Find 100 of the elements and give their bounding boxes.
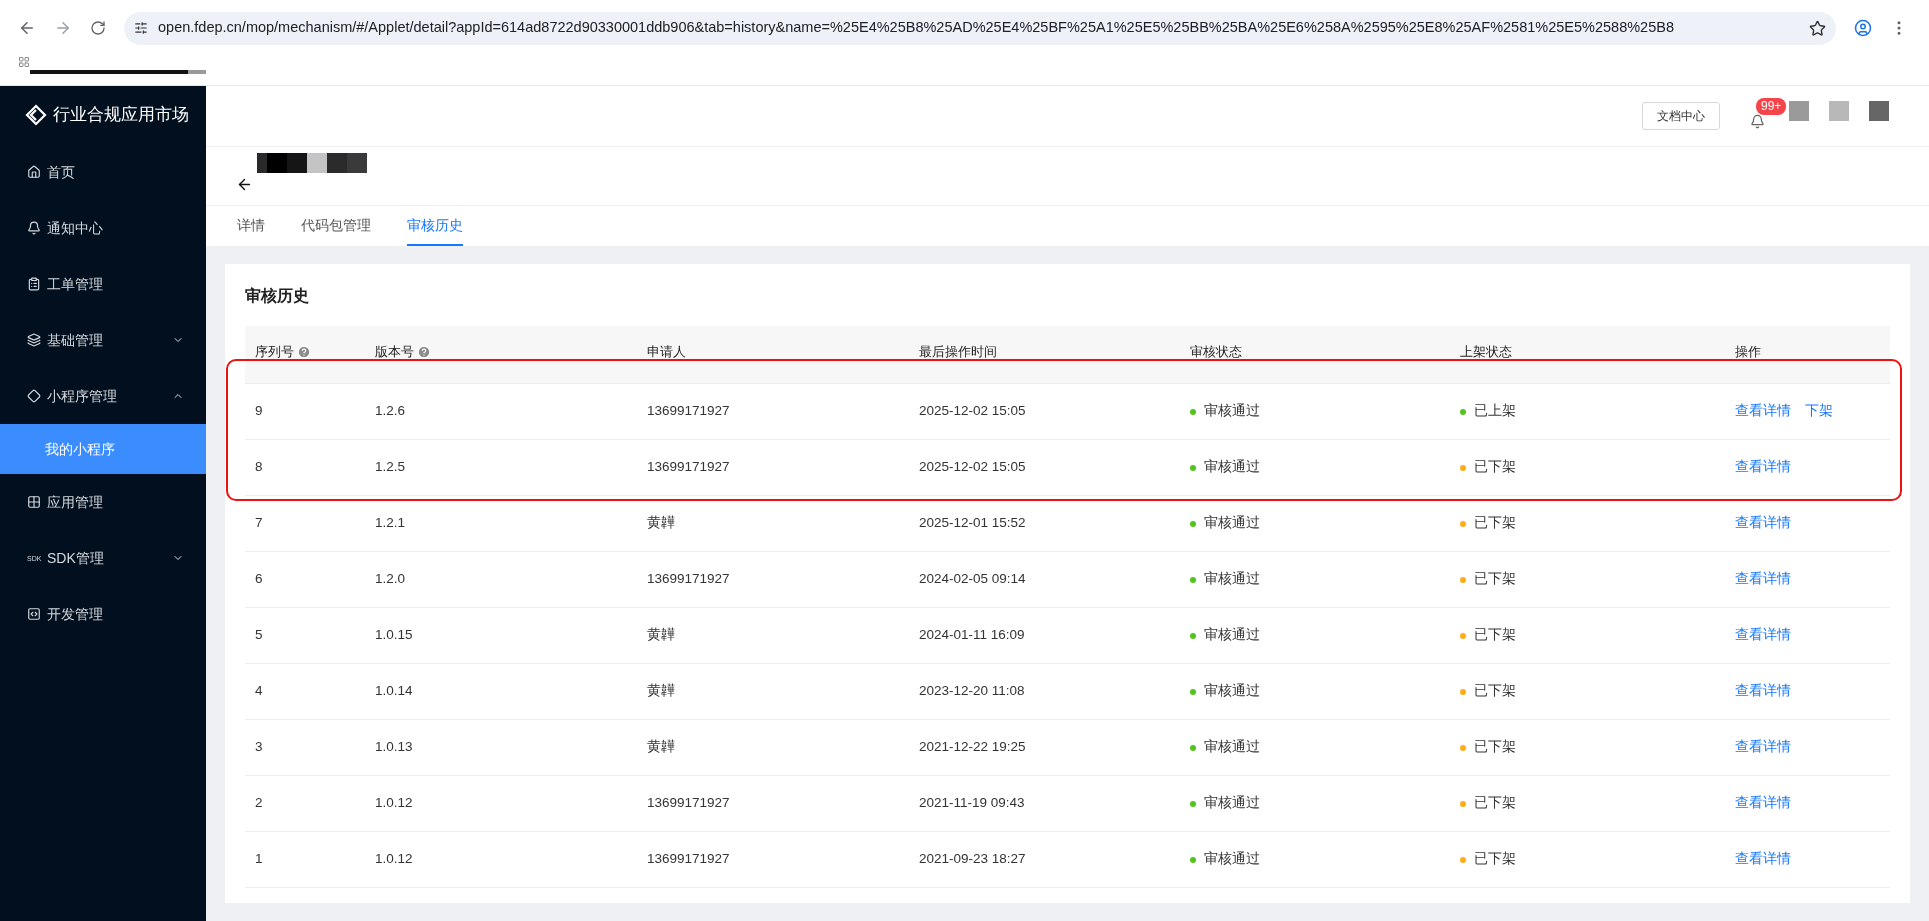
table-cell: 黄韡	[647, 739, 675, 755]
forward-icon[interactable]	[54, 19, 72, 37]
column-header: 序列号	[255, 343, 294, 361]
action-link[interactable]: 查看详情	[1735, 793, 1791, 814]
redacted-avatar	[1829, 101, 1849, 121]
review-status: 审核通过	[1204, 514, 1260, 533]
action-link[interactable]: 查看详情	[1735, 737, 1791, 758]
sidebar-item[interactable]: 首页	[0, 144, 206, 200]
listing-status: 已下架	[1474, 850, 1516, 869]
home-icon	[27, 165, 41, 179]
review-status: 审核通过	[1204, 626, 1260, 645]
clipboard-icon	[27, 277, 41, 291]
table-cell: 7	[255, 515, 263, 531]
sidebar-item[interactable]: 应用管理	[0, 474, 206, 530]
sidebar-item[interactable]: 小程序管理	[0, 368, 206, 424]
tab[interactable]: 详情	[237, 206, 265, 246]
table-cell: 2021-12-22 19:25	[919, 739, 1026, 755]
table-cell: 3	[255, 739, 263, 755]
sidebar-item[interactable]: 工单管理	[0, 256, 206, 312]
sidebar-item[interactable]: 通知中心	[0, 200, 206, 256]
table-cell: 13699171927	[647, 795, 730, 811]
action-link[interactable]: 查看详情	[1735, 513, 1791, 534]
table-cell: 2	[255, 795, 263, 811]
table-cell: 4	[255, 683, 263, 699]
table-cell: 9	[255, 403, 263, 419]
help-icon[interactable]	[297, 344, 311, 359]
address-bar[interactable]: open.fdep.cn/mop/mechanism/#/Applet/detail?appId=614ad8722d90330001ddb906&tab=history&name=%25E4%25B8%25AD%25E4%25BF%25A1%25E5%25BB%25BA%25E6%258A%2595%25E8%25AF%2581%25E5%2588%25B8	[124, 11, 1836, 45]
table-cell: 13699171927	[647, 851, 730, 867]
listing-status: 已下架	[1474, 794, 1516, 813]
section-title: 审核历史	[245, 286, 310, 306]
table-cell: 1.2.1	[375, 515, 406, 531]
logo-icon	[25, 104, 47, 126]
column-header: 版本号	[375, 343, 414, 361]
table-cell: 黄韡	[647, 627, 675, 643]
action-link[interactable]: 查看详情	[1735, 681, 1791, 702]
bell-icon[interactable]	[1750, 113, 1765, 129]
listing-status: 已下架	[1474, 738, 1516, 757]
listing-status: 已下架	[1474, 514, 1516, 533]
table-cell: 13699171927	[647, 459, 730, 475]
action-link[interactable]: 查看详情	[1735, 457, 1791, 478]
reload-icon[interactable]	[90, 20, 106, 36]
tab[interactable]: 审核历史	[407, 206, 463, 246]
table-cell: 黄韡	[647, 515, 675, 531]
table-cell: 1.0.12	[375, 851, 413, 867]
diamond-icon	[27, 389, 41, 403]
column-header: 审核状态	[1190, 343, 1242, 361]
redacted-avatar	[1789, 101, 1809, 121]
review-status: 审核通过	[1204, 738, 1260, 757]
table-cell: 2025-12-01 15:52	[919, 515, 1026, 531]
bell-icon	[27, 221, 41, 235]
review-status: 审核通过	[1204, 402, 1260, 421]
docs-center-button[interactable]: 文档中心	[1642, 102, 1720, 130]
profile-icon[interactable]	[1854, 19, 1872, 37]
help-icon[interactable]	[417, 344, 431, 359]
notification-badge: 99+	[1756, 97, 1787, 115]
listing-status: 已下架	[1474, 458, 1516, 477]
table-cell: 1.0.15	[375, 627, 413, 643]
review-status: 审核通过	[1204, 570, 1260, 589]
app-logo-text: 行业合规应用市场	[53, 104, 189, 127]
table-cell: 1.2.5	[375, 459, 406, 475]
table-cell: 1.0.12	[375, 795, 413, 811]
action-link[interactable]: 查看详情	[1735, 569, 1791, 590]
listing-status: 已下架	[1474, 682, 1516, 701]
grid-icon	[27, 495, 41, 509]
table-cell: 2025-12-02 15:05	[919, 403, 1026, 419]
column-header: 最后操作时间	[919, 343, 997, 361]
listing-status: 已下架	[1474, 626, 1516, 645]
column-header: 申请人	[647, 343, 686, 361]
table-cell: 2023-12-20 11:08	[919, 683, 1025, 699]
redacted-name	[1869, 101, 1889, 121]
sidebar-item[interactable]: 开发管理	[0, 586, 206, 642]
apps-icon[interactable]	[18, 56, 30, 68]
listing-status: 已下架	[1474, 570, 1516, 589]
table-cell: 2024-01-11 16:09	[919, 627, 1025, 643]
table-cell: 2021-09-23 18:27	[919, 851, 1026, 867]
back-icon[interactable]	[18, 19, 36, 37]
table-cell: 13699171927	[647, 403, 730, 419]
column-header: 操作	[1735, 343, 1761, 361]
table-cell: 1.0.14	[375, 683, 413, 699]
action-link[interactable]: 下架	[1805, 401, 1833, 422]
action-link[interactable]: 查看详情	[1735, 849, 1791, 870]
table-cell: 1.2.6	[375, 403, 406, 419]
review-status: 审核通过	[1204, 794, 1260, 813]
review-status: 审核通过	[1204, 682, 1260, 701]
table-cell: 黄韡	[647, 683, 675, 699]
bookmark-star-icon[interactable]	[1809, 19, 1826, 37]
table-cell: 13699171927	[647, 571, 730, 587]
site-settings-icon[interactable]	[134, 21, 148, 35]
table-cell: 2024-02-05 09:14	[919, 571, 1026, 587]
action-link[interactable]: 查看详情	[1735, 401, 1791, 422]
table-cell: 5	[255, 627, 263, 643]
table-cell: 1.0.13	[375, 739, 413, 755]
column-header: 上架状态	[1460, 343, 1512, 361]
url-text: open.fdep.cn/mop/mechanism/#/Applet/detail?appId=614ad8722d90330001ddb906&tab=history&name=%25E4%25B8%25AD%25E4%25BF%25A1%25E5%25BB%25BA%25E6%258A%2595%25E8%25AF%2581%25E5%2588%25B8	[158, 18, 1675, 38]
table-cell: 1	[255, 851, 263, 867]
action-link[interactable]: 查看详情	[1735, 625, 1791, 646]
code-icon	[27, 607, 41, 621]
sidebar-item[interactable]: 基础管理	[0, 312, 206, 368]
table-cell: 2021-11-19 09:43	[919, 795, 1025, 811]
tab[interactable]: 代码包管理	[301, 206, 371, 246]
